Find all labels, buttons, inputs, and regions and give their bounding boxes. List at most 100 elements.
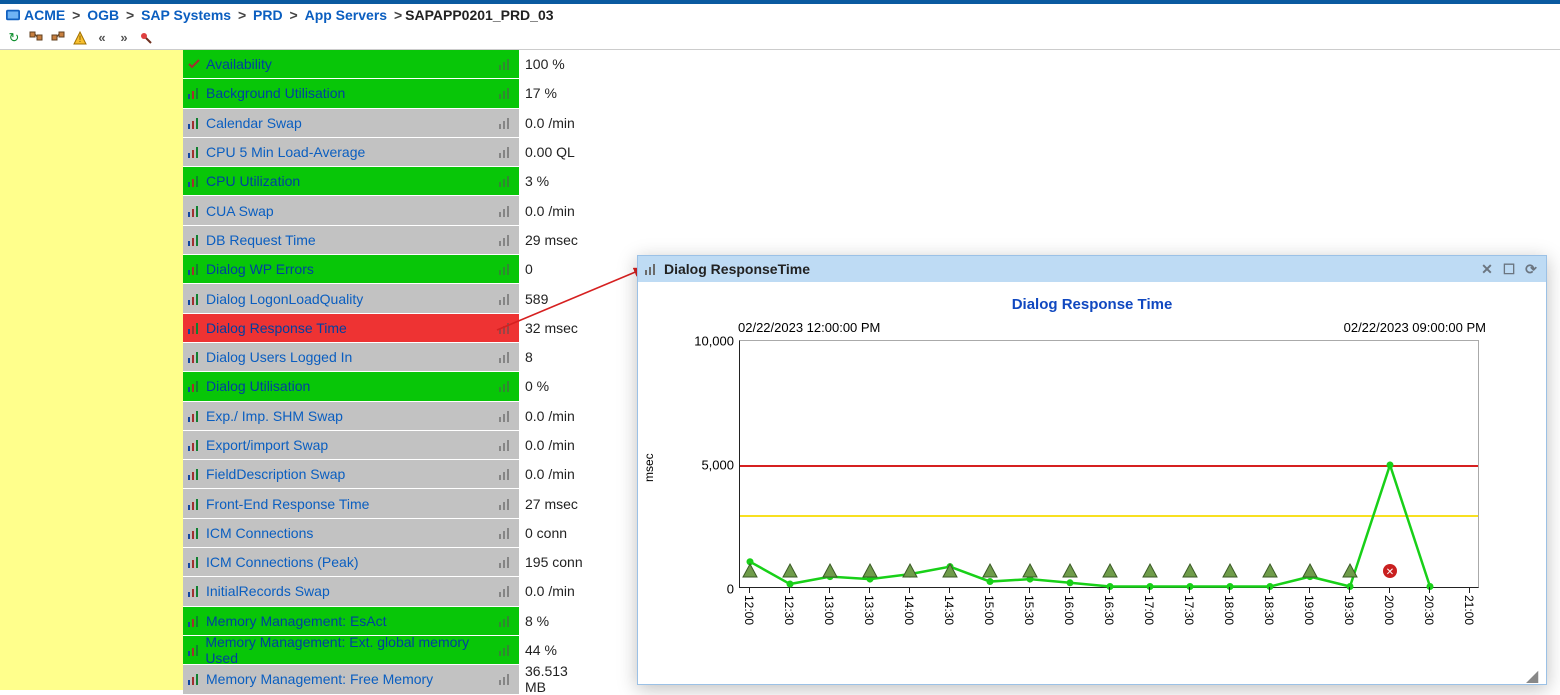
metric-chart-icon[interactable]	[491, 226, 519, 254]
app-icon	[6, 8, 20, 22]
breadcrumb-separator: >	[390, 7, 402, 23]
metric-chart-icon[interactable]	[491, 489, 519, 517]
metric-name: Export/import Swap	[206, 437, 328, 453]
metric-value: 0.00 QL	[519, 138, 583, 166]
metric-chart-icon[interactable]	[491, 402, 519, 430]
metric-row[interactable]: Memory Management: EsAct8 %	[183, 607, 583, 636]
metric-row[interactable]: DB Request Time29 msec	[183, 226, 583, 255]
metric-chart-icon[interactable]	[491, 343, 519, 371]
metric-row[interactable]: Memory Management: Ext. global memory Us…	[183, 636, 583, 665]
chart-xtick: 13:30	[862, 595, 876, 625]
chart-panel-header: Dialog ResponseTime	[664, 261, 810, 277]
refresh-icon[interactable]: ↻	[6, 30, 22, 46]
breadcrumb-link[interactable]: SAP Systems	[141, 7, 231, 23]
chart-xtick: 15:00	[982, 595, 996, 625]
chevron-right-icon[interactable]: »	[116, 30, 132, 46]
metric-name: CPU 5 Min Load-Average	[206, 144, 365, 160]
tree-collapse-icon[interactable]	[50, 30, 66, 46]
metric-row[interactable]: Dialog Response Time32 msec	[183, 314, 583, 343]
chart-time-to: 02/22/2023 09:00:00 PM	[1344, 320, 1486, 335]
chart-xtick: 16:30	[1102, 595, 1116, 625]
metric-name: InitialRecords Swap	[206, 583, 330, 599]
metric-chart-icon[interactable]	[491, 372, 519, 400]
metric-name: DB Request Time	[206, 232, 316, 248]
metric-name: ICM Connections	[206, 525, 313, 541]
metric-row[interactable]: Exp./ Imp. SHM Swap0.0 /min	[183, 402, 583, 431]
metric-chart-icon[interactable]	[491, 109, 519, 137]
chart-xtick: 18:30	[1262, 595, 1276, 625]
chart-xtick: 14:30	[942, 595, 956, 625]
chevron-left-icon[interactable]: «	[94, 30, 110, 46]
metric-row[interactable]: ICM Connections (Peak)195 conn	[183, 548, 583, 577]
chart-time-from: 02/22/2023 12:00:00 PM	[738, 320, 880, 335]
metric-name: Dialog Response Time	[206, 320, 347, 336]
metric-value: 0.0 /min	[519, 577, 583, 605]
metric-value: 3 %	[519, 167, 583, 195]
bars-icon	[187, 643, 200, 657]
bars-icon	[187, 174, 201, 188]
metric-chart-icon[interactable]	[491, 138, 519, 166]
metric-chart-icon[interactable]	[491, 548, 519, 576]
metric-value: 0.0 /min	[519, 431, 583, 459]
warning-icon[interactable]: !	[72, 30, 88, 46]
metric-row[interactable]: Dialog Users Logged In8	[183, 343, 583, 372]
metric-chart-icon[interactable]	[491, 636, 519, 664]
chart-xtick: 18:00	[1222, 595, 1236, 625]
metric-chart-icon[interactable]	[491, 196, 519, 224]
metric-chart-icon[interactable]	[491, 665, 519, 693]
chart-xtick: 15:30	[1022, 595, 1036, 625]
metric-chart-icon[interactable]	[491, 607, 519, 635]
metric-chart-icon[interactable]	[491, 79, 519, 107]
maximize-icon[interactable]: ☐	[1500, 260, 1518, 278]
metric-row[interactable]: Export/import Swap 0.0 /min	[183, 431, 583, 460]
metric-row[interactable]: Memory Management: Free Memory36.513 MB	[183, 665, 583, 694]
metric-chart-icon[interactable]	[491, 314, 519, 342]
metric-row[interactable]: Dialog WP Errors0	[183, 255, 583, 284]
tree-expand-icon[interactable]	[28, 30, 44, 46]
metric-row[interactable]: Availability100 %	[183, 50, 583, 79]
metric-chart-icon[interactable]	[491, 431, 519, 459]
metric-row[interactable]: Dialog Utilisation0 %	[183, 372, 583, 401]
breadcrumb-separator: >	[234, 7, 250, 23]
bars-icon	[187, 614, 201, 628]
breadcrumb-link[interactable]: PRD	[253, 7, 283, 23]
chart-ytick: 10,000	[684, 334, 734, 349]
metric-row[interactable]: ICM Connections0 conn	[183, 519, 583, 548]
metric-value: 589	[519, 284, 583, 312]
metric-name: Availability	[206, 56, 272, 72]
breadcrumb-link[interactable]: ACME	[24, 7, 65, 23]
metric-row[interactable]: CPU 5 Min Load-Average 0.00 QL	[183, 138, 583, 167]
metric-chart-icon[interactable]	[491, 255, 519, 283]
metric-row[interactable]: Dialog LogonLoadQuality 589	[183, 284, 583, 313]
chart-xtick: 13:00	[822, 595, 836, 625]
refresh-chart-icon[interactable]: ⟳	[1522, 260, 1540, 278]
breadcrumb-link[interactable]: OGB	[87, 7, 119, 23]
metric-row[interactable]: Background Utilisation17 %	[183, 79, 583, 108]
chart-plot-area: 05,00010,000✕	[739, 340, 1479, 588]
metric-name: Memory Management: Free Memory	[206, 671, 433, 687]
breadcrumb-link[interactable]: App Servers	[305, 7, 387, 23]
metric-row[interactable]: InitialRecords Swap 0.0 /min	[183, 577, 583, 606]
metric-chart-icon[interactable]	[491, 577, 519, 605]
metric-row[interactable]: Calendar Swap0.0 /min	[183, 109, 583, 138]
metric-chart-icon[interactable]	[491, 167, 519, 195]
metric-name: Memory Management: EsAct	[206, 613, 387, 629]
metric-chart-icon[interactable]	[491, 519, 519, 547]
close-icon[interactable]: ✕	[1478, 260, 1496, 278]
metric-name: Dialog Users Logged In	[206, 349, 352, 365]
metric-chart-icon[interactable]	[491, 284, 519, 312]
metrics-list: Availability100 %Background Utilisation1…	[183, 50, 583, 695]
metric-row[interactable]: FieldDescription Swap0.0 /min	[183, 460, 583, 489]
metric-row[interactable]: CPU Utilization3 %	[183, 167, 583, 196]
metric-chart-icon[interactable]	[491, 460, 519, 488]
metric-row[interactable]: CUA Swap0.0 /min	[183, 196, 583, 225]
bars-icon	[187, 116, 201, 130]
metric-row[interactable]: Front-End Response Time27 msec	[183, 489, 583, 518]
chart-markers: ✕	[740, 341, 1478, 587]
metric-name: Calendar Swap	[206, 115, 302, 131]
chart-panel-titlebar[interactable]: Dialog ResponseTime ✕ ☐ ⟳	[638, 256, 1546, 282]
metric-name: Dialog LogonLoadQuality	[206, 291, 363, 307]
metric-chart-icon[interactable]	[491, 50, 519, 78]
pin-icon[interactable]	[138, 30, 154, 46]
bars-icon	[187, 379, 201, 393]
